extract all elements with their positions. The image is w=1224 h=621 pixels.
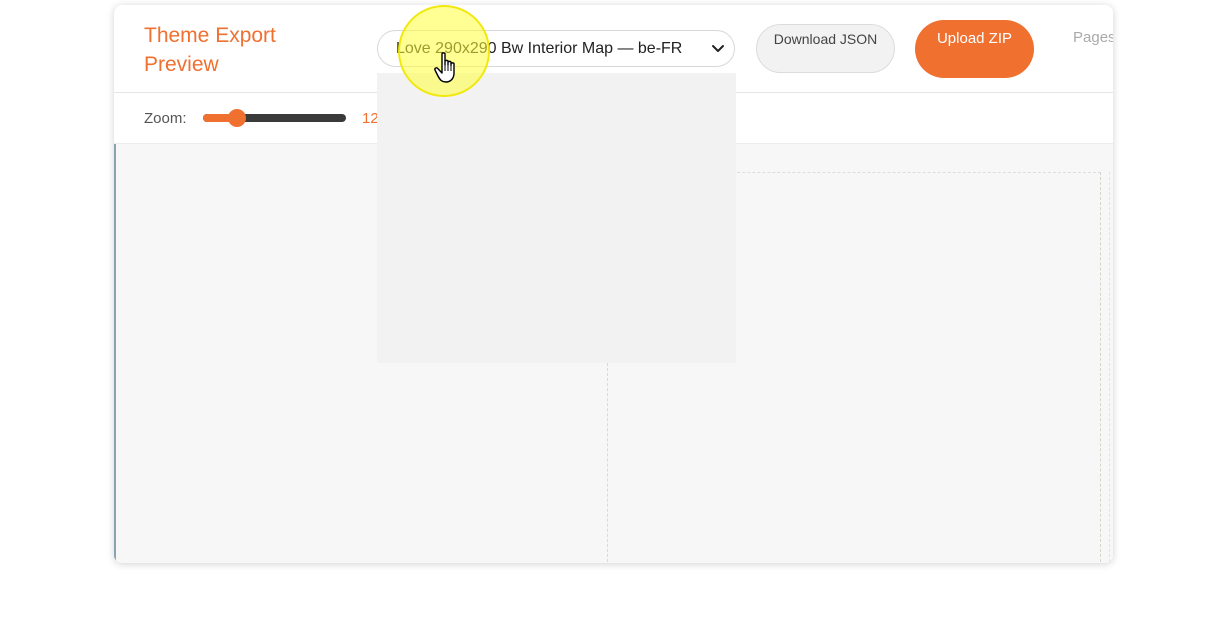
zoom-slider-thumb[interactable] [228, 109, 247, 127]
pages-label: Pages [1073, 29, 1113, 46]
page-title: Theme Export Preview [144, 24, 276, 76]
zoom-label: Zoom: [144, 110, 187, 127]
clipped-top-text [160, 0, 680, 2]
download-json-button[interactable]: Download JSON [756, 24, 895, 73]
theme-select-dropdown-panel[interactable] [377, 73, 736, 363]
upload-zip-button[interactable]: Upload ZIP [915, 20, 1034, 78]
zoom-slider[interactable] [203, 109, 346, 127]
page-right-edge [1100, 172, 1110, 563]
app-window: Theme Export Preview Love 290x290 Bw Int… [114, 5, 1113, 563]
pointer-hand-icon [434, 52, 455, 83]
chevron-down-icon [712, 45, 724, 52]
